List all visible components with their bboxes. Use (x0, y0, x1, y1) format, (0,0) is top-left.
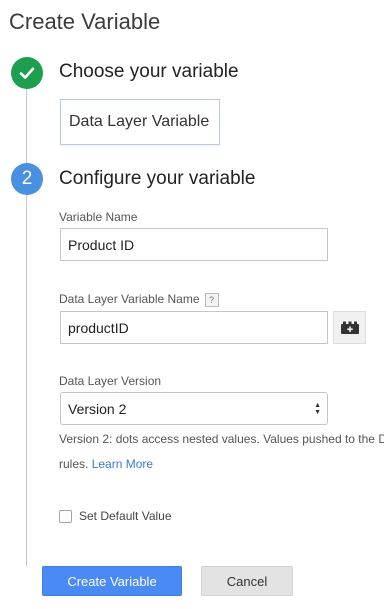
version-help-text: Version 2: dots access nested values. Va… (59, 432, 384, 446)
help-icon[interactable]: ? (204, 292, 219, 307)
step-1-complete-badge (11, 57, 43, 89)
default-value-row[interactable]: Set Default Value (59, 509, 172, 523)
cancel-button[interactable]: Cancel (201, 566, 293, 596)
chosen-variable-type[interactable]: Data Layer Variable (60, 99, 220, 145)
step-connector-line (26, 88, 27, 566)
dlv-version-label: Data Layer Version (59, 374, 162, 388)
dlv-name-label: Data Layer Variable Name (59, 292, 200, 306)
page-title: Create Variable (9, 9, 161, 34)
create-variable-button[interactable]: Create Variable (42, 566, 182, 596)
default-value-label: Set Default Value (79, 509, 172, 523)
variable-picker-button[interactable] (333, 311, 366, 344)
learn-more-link[interactable]: Learn More (92, 457, 153, 471)
default-value-checkbox[interactable] (59, 509, 72, 523)
dlv-version-select[interactable]: Version 2 ▲ ▼ (60, 392, 328, 425)
select-arrows-icon: ▲ ▼ (314, 402, 321, 416)
check-icon (19, 67, 35, 79)
variable-name-label: Variable Name (59, 210, 138, 224)
step-2-number: 2 (21, 168, 33, 189)
variable-picker-icon (340, 321, 359, 334)
version-help-text-line2: rules. Learn More (59, 457, 153, 471)
step-1-title: Choose your variable (59, 61, 239, 82)
step-2-title: Configure your variable (59, 168, 256, 189)
dlv-name-label-row: Data Layer Variable Name? (59, 292, 219, 307)
dlv-version-selected: Version 2 (68, 400, 127, 417)
step-2-badge: 2 (11, 163, 43, 195)
dlv-name-input[interactable] (60, 311, 328, 344)
create-variable-page: Create Variable Choose your variable Dat… (0, 0, 384, 609)
variable-name-input[interactable] (60, 228, 328, 261)
version-help-suffix: rules. (59, 457, 89, 471)
